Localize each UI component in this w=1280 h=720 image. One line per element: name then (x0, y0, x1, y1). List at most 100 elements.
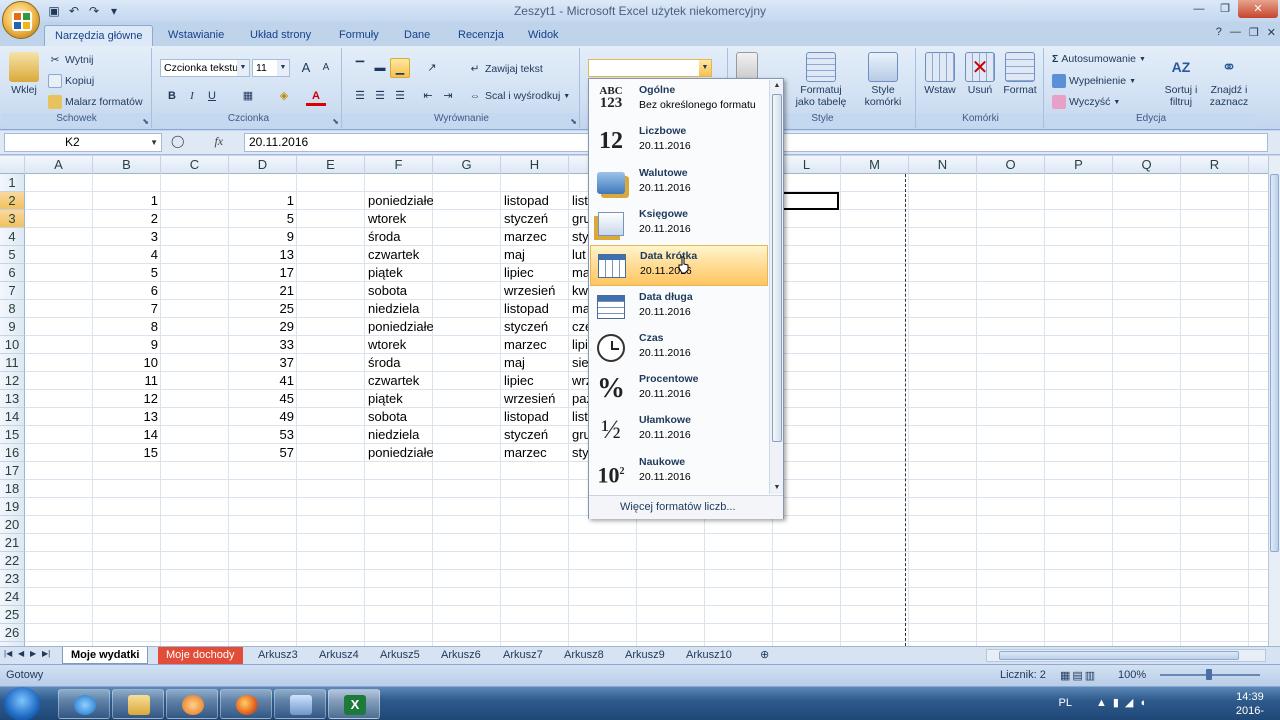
row-header-5[interactable]: 5 (0, 246, 25, 264)
cell-b16[interactable]: 15 (93, 444, 161, 462)
row-header-9[interactable]: 9 (0, 318, 25, 336)
language-indicator[interactable]: PL (1059, 697, 1072, 709)
cell-b9[interactable]: 8 (93, 318, 161, 336)
format-as-table-button[interactable]: Formatuj jako tabelę (788, 52, 854, 108)
cell-styles-button[interactable]: Style komórki (854, 52, 912, 108)
view-buttons-icon[interactable]: ▦▤▥ (1060, 669, 1097, 682)
close-button[interactable]: ✕ (1238, 0, 1278, 18)
dropdown-scrollbar[interactable]: ▲ ▼ (769, 80, 783, 494)
expand-icon[interactable]: ◯ (171, 134, 184, 152)
horizontal-scroll-thumb[interactable] (999, 651, 1239, 660)
cell-h13[interactable]: wrzesień (501, 390, 569, 408)
cell-f11[interactable]: środa (365, 354, 433, 372)
sheet-tab-10[interactable]: Arkusz10 (678, 647, 740, 664)
sheet-tab-1[interactable]: Moje wydatki (62, 647, 149, 664)
number-format-option[interactable]: 12 Liczbowe 20.11.2016 (590, 121, 768, 162)
number-format-option[interactable]: ½ Ułamkowe 20.11.2016 (590, 410, 768, 451)
cell-b13[interactable]: 12 (93, 390, 161, 408)
cell-d14[interactable]: 49 (229, 408, 297, 426)
row-header-13[interactable]: 13 (0, 390, 25, 408)
sheet-tab-4[interactable]: Arkusz4 (311, 647, 367, 664)
zoom-slider[interactable] (1160, 669, 1260, 680)
column-header-r[interactable]: R (1181, 156, 1249, 174)
insert-sheet-icon[interactable]: ⊕ (752, 647, 777, 664)
clear-button[interactable]: Wyczyść ▼ (1052, 95, 1120, 109)
sheet-tab-6[interactable]: Arkusz6 (433, 647, 489, 664)
office-button[interactable] (2, 1, 40, 39)
number-format-option[interactable]: Czas 20.11.2016 (590, 328, 768, 369)
tab-insert[interactable]: Wstawianie (158, 25, 234, 46)
font-size-combo[interactable]: 11 ▼ (252, 59, 290, 77)
first-sheet-icon[interactable]: |◀ (4, 649, 12, 658)
cell-b5[interactable]: 4 (93, 246, 161, 264)
align-top-icon[interactable]: ▔ (350, 58, 370, 78)
scroll-up-icon[interactable]: ▲ (770, 80, 784, 92)
cell-f13[interactable]: piątek (365, 390, 433, 408)
clipboard-launcher-icon[interactable]: ⬊ (142, 117, 149, 126)
cell-h4[interactable]: marzec (501, 228, 569, 246)
sort-filter-button[interactable]: AZ Sortuj i filtruj (1158, 52, 1204, 108)
zoom-knob[interactable] (1206, 669, 1212, 680)
cell-f4[interactable]: środa (365, 228, 433, 246)
cell-h7[interactable]: wrzesień (501, 282, 569, 300)
cell-d4[interactable]: 9 (229, 228, 297, 246)
cell-h12[interactable]: lipiec (501, 372, 569, 390)
cell-b11[interactable]: 10 (93, 354, 161, 372)
cell-f5[interactable]: czwartek (365, 246, 433, 264)
column-header-e[interactable]: E (297, 156, 365, 174)
cell-i4[interactable]: sty (569, 228, 589, 246)
column-header-n[interactable]: N (909, 156, 977, 174)
cell-f10[interactable]: wtorek (365, 336, 433, 354)
row-header-17[interactable]: 17 (0, 462, 25, 480)
sheet-tab-3[interactable]: Arkusz3 (250, 647, 306, 664)
alignment-launcher-icon[interactable]: ⬊ (570, 117, 577, 126)
row-header-25[interactable]: 25 (0, 606, 25, 624)
cell-h11[interactable]: maj (501, 354, 569, 372)
row-header-16[interactable]: 16 (0, 444, 25, 462)
clock[interactable]: 14:39 2016-02-27 (1236, 690, 1264, 720)
cell-d2[interactable]: 1 (229, 192, 297, 210)
row-header-2[interactable]: 2 (0, 192, 25, 210)
column-header-q[interactable]: Q (1113, 156, 1181, 174)
number-format-combo[interactable]: ▼ (588, 59, 712, 77)
cell-i8[interactable]: ma (569, 300, 589, 318)
row-header-15[interactable]: 15 (0, 426, 25, 444)
row-header-1[interactable]: 1 (0, 174, 25, 192)
cell-f16[interactable]: poniedziałek (365, 444, 433, 462)
tab-home[interactable]: Narzędzia główne (44, 25, 154, 46)
help-icon[interactable]: ? (1216, 26, 1222, 39)
cell-b14[interactable]: 13 (93, 408, 161, 426)
tab-page-layout[interactable]: Układ strony (240, 25, 321, 46)
cell-d3[interactable]: 5 (229, 210, 297, 228)
delete-cells-button[interactable]: ✕ Usuń (960, 52, 1000, 96)
next-sheet-icon[interactable]: ▶ (30, 649, 36, 658)
cell-h5[interactable]: maj (501, 246, 569, 264)
cell-b8[interactable]: 7 (93, 300, 161, 318)
cell-f15[interactable]: niedziela (365, 426, 433, 444)
cell-h2[interactable]: listopad (501, 192, 569, 210)
row-header-4[interactable]: 4 (0, 228, 25, 246)
cell-h9[interactable]: styczeń (501, 318, 569, 336)
tab-view[interactable]: Widok (518, 25, 569, 46)
row-header-21[interactable]: 21 (0, 534, 25, 552)
doc-restore-icon[interactable]: ❐ (1249, 26, 1259, 39)
row-header-23[interactable]: 23 (0, 570, 25, 588)
cell-f7[interactable]: sobota (365, 282, 433, 300)
cell-f6[interactable]: piątek (365, 264, 433, 282)
cell-i15[interactable]: gru (569, 426, 589, 444)
cell-h8[interactable]: listopad (501, 300, 569, 318)
paste-button[interactable]: Wklej (6, 52, 42, 96)
fill-color-icon[interactable]: ◈ (274, 86, 294, 106)
column-header-a[interactable]: A (25, 156, 93, 174)
fill-button[interactable]: Wypełnienie ▼ (1052, 74, 1136, 88)
row-header-11[interactable]: 11 (0, 354, 25, 372)
font-name-combo[interactable]: Czcionka tekstu ▼ (160, 59, 250, 77)
cell-d11[interactable]: 37 (229, 354, 297, 372)
cell-b3[interactable]: 2 (93, 210, 161, 228)
maximize-button[interactable]: ❐ (1212, 0, 1238, 18)
tab-data[interactable]: Dane (394, 25, 440, 46)
tab-review[interactable]: Recenzja (448, 25, 514, 46)
shrink-font-button[interactable]: A (316, 58, 336, 78)
taskbar-media[interactable] (166, 689, 218, 719)
cell-h16[interactable]: marzec (501, 444, 569, 462)
